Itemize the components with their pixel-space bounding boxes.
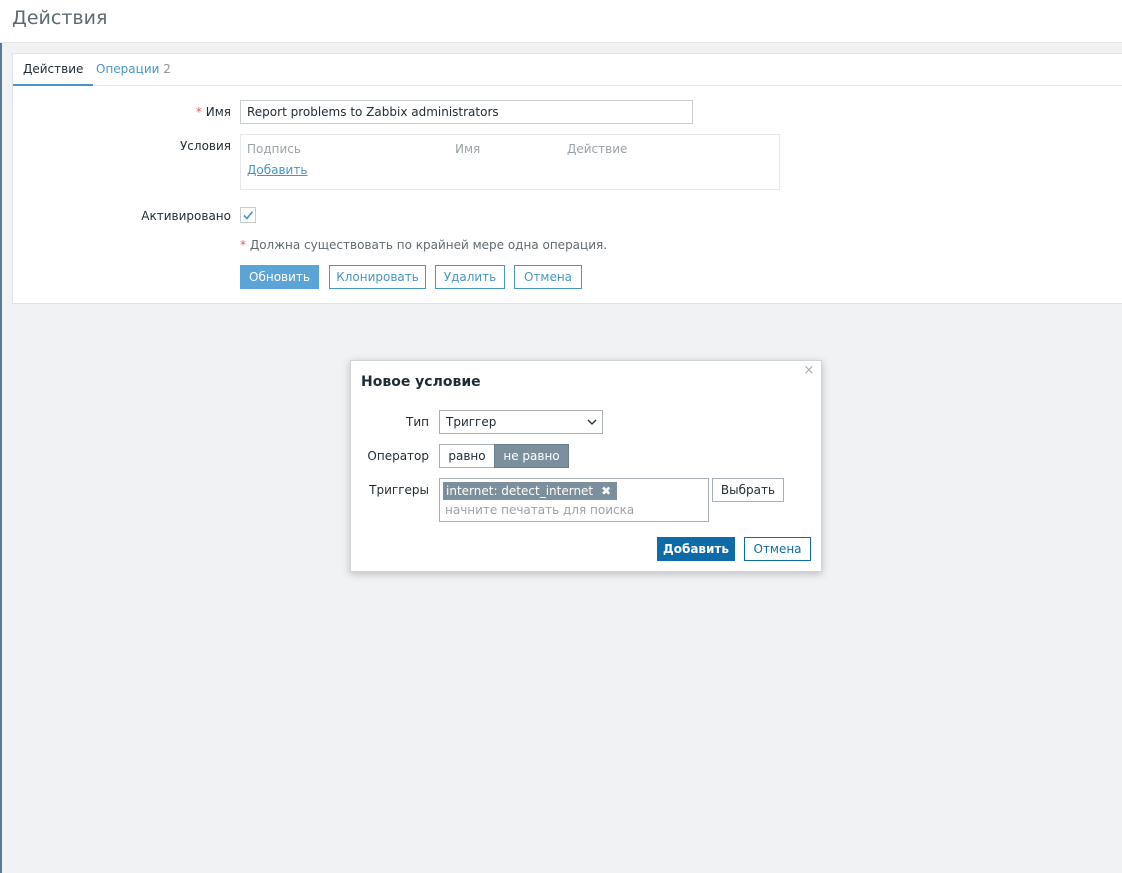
type-label: Тип [406, 415, 429, 429]
cancel-button[interactable]: Отмена [514, 265, 582, 289]
left-edge-border [0, 0, 2, 873]
name-label: * Имя [13, 105, 231, 119]
conditions-col-label: Подпись [247, 142, 301, 156]
triggers-multiselect[interactable]: internet: detect_internet ✖ начните печа… [439, 478, 709, 522]
checkmark-icon [243, 211, 254, 220]
enabled-checkbox[interactable] [240, 207, 256, 223]
clone-button[interactable]: Клонировать [329, 265, 426, 289]
add-condition-link[interactable]: Добавить [247, 163, 307, 177]
tab-operations[interactable]: Операции 2 [96, 54, 171, 86]
tab-action[interactable]: Действие [13, 54, 94, 86]
delete-button[interactable]: Удалить [435, 265, 505, 289]
triggers-label: Триггеры [369, 483, 429, 497]
tab-operations-label: Операции [96, 62, 160, 76]
update-button[interactable]: Обновить [240, 265, 319, 289]
select-button[interactable]: Выбрать [712, 478, 784, 502]
enabled-label: Активировано [141, 209, 231, 223]
action-form: Действие Операции 2 * Имя Report problem… [12, 53, 1122, 304]
conditions-col-name: Имя [455, 142, 481, 156]
dialog-cancel-button[interactable]: Отмена [744, 537, 811, 561]
name-input[interactable]: Report problems to Zabbix administrators [240, 100, 693, 124]
new-condition-dialog: Новое условие × Тип Триггер Оператор рав… [350, 360, 822, 572]
required-marker: * [195, 105, 202, 119]
type-select-value: Триггер [446, 415, 497, 429]
operation-required-note: * Должна существовать по крайней мере од… [240, 238, 607, 252]
tab-operations-count: 2 [163, 62, 171, 76]
close-icon[interactable]: × [803, 364, 815, 377]
trigger-chip-label: internet: detect_internet [446, 484, 594, 498]
remove-chip-icon[interactable]: ✖ [600, 482, 612, 500]
dialog-title: Новое условие [361, 374, 481, 390]
trigger-chip: internet: detect_internet ✖ [443, 482, 618, 500]
operator-equals[interactable]: равно [439, 444, 495, 468]
page-title: Действия [12, 7, 108, 29]
conditions-table: Подпись Имя Действие Добавить [240, 134, 780, 190]
note-text: Должна существовать по крайней мере одна… [249, 238, 608, 252]
page-header: Действия [0, 0, 1122, 43]
note-required-marker: * [240, 238, 246, 252]
search-placeholder[interactable]: начните печатать для поиска [445, 503, 634, 517]
add-button[interactable]: Добавить [657, 537, 735, 561]
tab-bar: Действие Операции 2 [13, 54, 1122, 86]
name-label-text: Имя [205, 105, 231, 119]
conditions-label: Условия [179, 139, 231, 153]
operator-not-equals[interactable]: не равно [494, 444, 569, 468]
type-select[interactable]: Триггер [439, 410, 603, 434]
chevron-down-icon [587, 419, 597, 425]
conditions-col-action: Действие [567, 142, 628, 156]
operator-label: Оператор [367, 449, 429, 463]
